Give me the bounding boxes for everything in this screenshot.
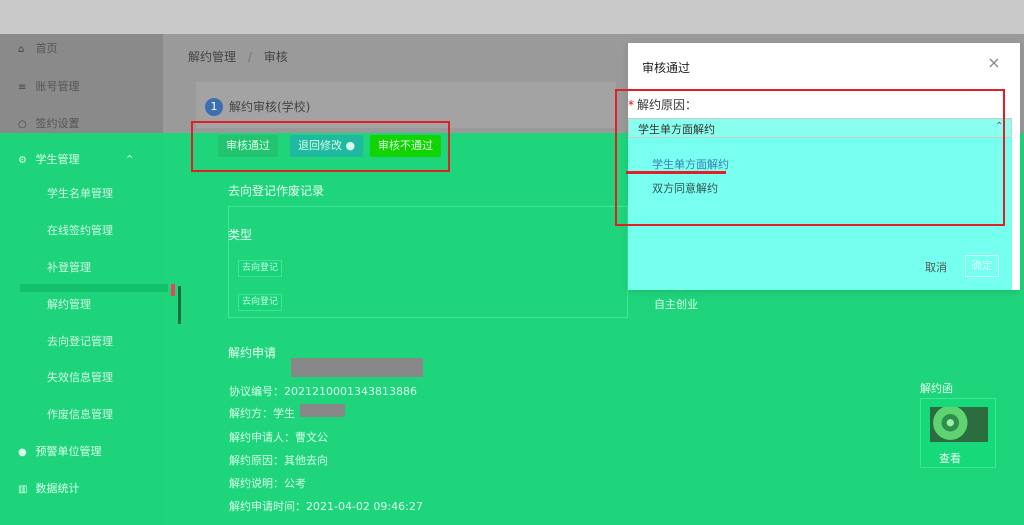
sidebar-item-label: 签约设置	[35, 117, 80, 130]
redacted-block	[291, 358, 423, 377]
sidebar-item-label: 账号管理	[35, 80, 80, 93]
record-section-title: 去向登记作废记录	[228, 184, 325, 198]
applicant: 解约申请人：曹文公	[229, 431, 328, 444]
sidebar-item-label: 数据统计	[35, 482, 80, 495]
table-row-tag: 去向登记	[238, 260, 283, 277]
letter-thumbnail[interactable]	[930, 407, 988, 442]
student-icon: ⚙	[18, 155, 27, 166]
sidebar-item-void-info[interactable]: 作废信息管理	[47, 405, 113, 425]
sidebar-item-statistics[interactable]: ▥ 数据统计	[18, 479, 80, 499]
step-title: 解约审核(学校)	[229, 100, 311, 114]
breadcrumb-root[interactable]: 解约管理	[188, 50, 236, 64]
confirm-button[interactable]: 确定	[965, 255, 999, 277]
sidebar-item-label: 预警单位管理	[35, 445, 102, 458]
termination-letter-card[interactable]: 查看	[920, 398, 996, 468]
settings-icon: ○	[18, 119, 27, 130]
sidebar-item-warning-unit[interactable]: ● 预警单位管理	[18, 442, 102, 462]
chevron-up-icon: ⌃	[125, 153, 135, 166]
termination-note: 解约说明：公考	[229, 477, 306, 490]
sidebar-item-label: 首页	[35, 42, 58, 55]
table-header-type: 类型	[228, 228, 253, 242]
home-icon: ⌂	[18, 44, 25, 55]
modal-title: 审核通过	[642, 61, 691, 75]
sidebar-item-label: 学生管理	[35, 153, 80, 166]
termination-letter-label: 解约函	[920, 382, 953, 395]
agreement-number: 协议编号：2021210001343813886	[229, 385, 417, 398]
alert-icon: ●	[18, 447, 27, 458]
sidebar-item-home[interactable]: ⌂ 首页	[18, 39, 58, 59]
active-highlight	[20, 284, 168, 292]
active-stroke	[178, 286, 181, 324]
step-number: 1	[205, 98, 223, 116]
termination-party: 解约方：学生	[229, 407, 295, 420]
application-time: 解约申请时间：2021-04-02 09:46:27	[229, 500, 423, 513]
menu-icon: ≡	[18, 82, 27, 93]
top-bar	[0, 0, 1024, 34]
sidebar-item-student-management[interactable]: ⚙ 学生管理 ⌃	[18, 150, 134, 170]
table-row-tag: 去向登记	[238, 294, 283, 311]
cancel-button[interactable]: 取消	[925, 259, 947, 275]
sidebar-item-supplement[interactable]: 补登管理	[47, 258, 91, 278]
highlight-box-actions	[191, 121, 450, 172]
termination-reason: 解约原因：其他去向	[229, 454, 328, 467]
breadcrumb-separator: /	[247, 50, 252, 64]
sidebar-item-termination[interactable]: 解约管理	[47, 295, 91, 315]
breadcrumb: 解约管理 / 审核	[188, 48, 288, 65]
highlight-box-reason	[615, 89, 1005, 226]
sidebar-item-student-list[interactable]: 学生名单管理	[47, 184, 113, 204]
sidebar-item-online-sign[interactable]: 在线签约管理	[47, 221, 113, 241]
close-icon[interactable]: ×	[985, 54, 1003, 72]
redacted-name-block	[300, 404, 345, 417]
application-title: 解约申请	[228, 346, 277, 360]
active-indicator	[171, 284, 175, 296]
stats-icon: ▥	[18, 484, 28, 495]
sidebar-item-invalid-info[interactable]: 失效信息管理	[47, 368, 113, 388]
table-cell-right: 自主创业	[654, 298, 698, 311]
record-table	[228, 206, 628, 318]
sidebar-item-accounts[interactable]: ≡ 账号管理	[18, 77, 80, 97]
view-link[interactable]: 查看	[939, 450, 961, 466]
breadcrumb-current: 审核	[263, 50, 288, 64]
sidebar-item-destination[interactable]: 去向登记管理	[47, 332, 113, 352]
sidebar-item-sign-settings[interactable]: ○ 签约设置	[18, 114, 80, 134]
